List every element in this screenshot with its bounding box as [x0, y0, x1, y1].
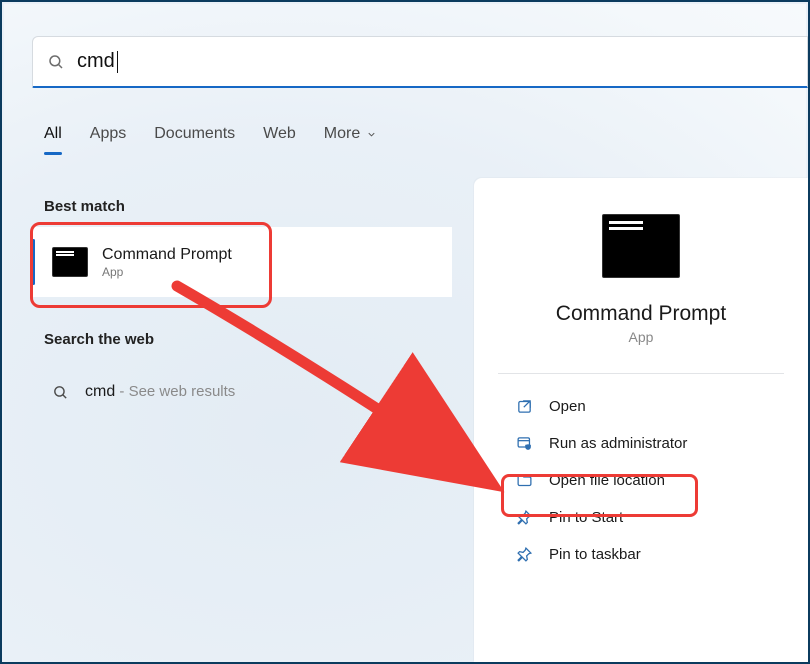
best-match-name: Command Prompt: [102, 245, 232, 264]
shield-window-icon: [516, 435, 533, 452]
web-result-row[interactable]: cmd - See web results: [44, 371, 452, 413]
action-label: Open file location: [549, 472, 665, 489]
action-label: Open: [549, 398, 586, 415]
pin-to-taskbar-action[interactable]: Pin to taskbar: [474, 536, 808, 573]
command-prompt-icon: [602, 214, 680, 278]
web-result-hint: - See web results: [115, 383, 235, 400]
tab-more[interactable]: More: [324, 119, 377, 149]
action-label: Pin to Start: [549, 509, 623, 526]
search-web-heading: Search the web: [44, 331, 154, 348]
pin-icon: [516, 546, 533, 563]
tab-all[interactable]: All: [44, 119, 62, 149]
web-result-term: cmd: [85, 383, 115, 400]
command-prompt-icon: [52, 247, 88, 277]
pin-icon: [516, 509, 533, 526]
open-action[interactable]: Open: [474, 388, 808, 425]
pin-to-start-action[interactable]: Pin to Start: [474, 499, 808, 536]
detail-actions: Open Run as administrator Open file loca…: [474, 388, 808, 573]
search-tabs: All Apps Documents Web More: [44, 119, 808, 149]
run-as-administrator-action[interactable]: Run as administrator: [474, 425, 808, 462]
best-match-result[interactable]: Command Prompt App: [32, 227, 452, 297]
search-bar[interactable]: [32, 36, 808, 88]
best-match-heading: Best match: [44, 198, 125, 215]
detail-subtitle: App: [474, 329, 808, 345]
open-file-location-action[interactable]: Open file location: [474, 462, 808, 499]
chevron-down-icon: [366, 129, 377, 140]
open-external-icon: [516, 398, 533, 415]
action-label: Run as administrator: [549, 435, 687, 452]
search-icon: [52, 384, 69, 401]
search-icon: [47, 53, 65, 71]
tab-documents[interactable]: Documents: [154, 119, 235, 149]
detail-title: Command Prompt: [474, 302, 808, 326]
tab-web[interactable]: Web: [263, 119, 296, 149]
search-input[interactable]: [75, 49, 799, 74]
chevron-right-icon: [425, 386, 438, 399]
best-match-sublabel: App: [102, 265, 232, 279]
detail-panel: Command Prompt App Open Run as administr…: [474, 178, 808, 662]
action-label: Pin to taskbar: [549, 546, 641, 563]
divider: [498, 373, 784, 374]
tab-apps[interactable]: Apps: [90, 119, 126, 149]
folder-icon: [516, 472, 533, 489]
